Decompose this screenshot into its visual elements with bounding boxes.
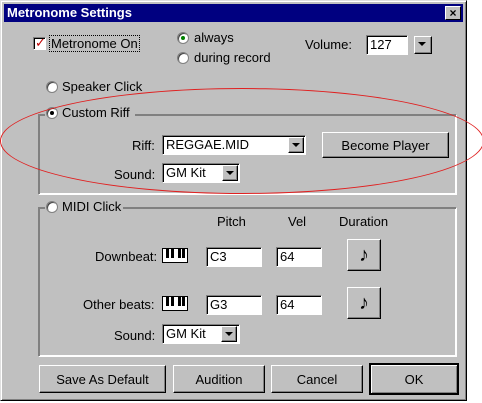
vel-header: Vel (288, 214, 307, 229)
riff-dropdown-button[interactable] (288, 137, 304, 153)
other-beats-label: Other beats: (83, 297, 155, 312)
eighth-note-icon: ♪ (359, 243, 369, 266)
custom-riff-label[interactable]: Custom Riff (62, 105, 130, 120)
other-beats-pitch-field[interactable]: G3 (206, 295, 262, 315)
riff-sound-dropdown-button[interactable] (222, 165, 238, 181)
piano-keyboard-icon[interactable] (162, 296, 188, 311)
midi-sound-label: Sound: (114, 328, 156, 343)
piano-keyboard-icon[interactable] (162, 248, 188, 263)
riff-sound-label: Sound: (114, 167, 156, 182)
downbeat-pitch-field[interactable]: C3 (206, 247, 262, 267)
downbeat-duration-button[interactable]: ♪ (347, 239, 381, 271)
midi-click-label[interactable]: MIDI Click (62, 199, 121, 214)
always-label[interactable]: always (194, 30, 234, 45)
save-as-default-button[interactable]: Save As Default (39, 365, 166, 393)
ok-button[interactable]: OK (369, 363, 459, 395)
close-button[interactable]: × (445, 6, 461, 20)
window-title: Metronome Settings (7, 5, 132, 20)
downbeat-label: Downbeat: (95, 249, 158, 264)
metronome-on-checkbox[interactable]: ✓ (33, 35, 46, 50)
other-beats-duration-button[interactable]: ♪ (347, 287, 381, 319)
midi-sound-dropdown-button[interactable] (221, 326, 237, 342)
title-bar: Metronome Settings × (4, 4, 463, 22)
volume-label: Volume: (305, 37, 352, 52)
metronome-on-label[interactable]: Metronome On (49, 35, 140, 52)
custom-riff-radio[interactable] (46, 107, 58, 119)
midi-click-radio[interactable] (46, 201, 58, 213)
eighth-note-icon: ♪ (359, 291, 369, 314)
during-record-label[interactable]: during record (194, 50, 271, 65)
volume-dropdown-button[interactable] (414, 36, 432, 54)
pitch-header: Pitch (217, 214, 246, 229)
other-beats-vel-field[interactable]: 64 (276, 295, 322, 315)
riff-label: Riff: (132, 138, 155, 153)
volume-field[interactable]: 127 (366, 35, 408, 55)
speaker-click-label[interactable]: Speaker Click (62, 79, 142, 94)
become-player-button[interactable]: Become Player (322, 132, 449, 158)
audition-button[interactable]: Audition (173, 365, 265, 393)
midi-click-group (38, 207, 457, 357)
metronome-settings-window: Metronome Settings × ✓ Metronome On alwa… (0, 0, 467, 401)
during-record-radio[interactable] (177, 52, 189, 64)
cancel-button[interactable]: Cancel (271, 365, 363, 393)
check-icon: ✓ (35, 35, 46, 50)
duration-header: Duration (339, 214, 389, 229)
always-radio[interactable] (177, 32, 189, 44)
riff-select[interactable]: REGGAE.MID (162, 135, 306, 155)
speaker-click-radio[interactable] (46, 81, 58, 93)
downbeat-vel-field[interactable]: 64 (276, 247, 322, 267)
